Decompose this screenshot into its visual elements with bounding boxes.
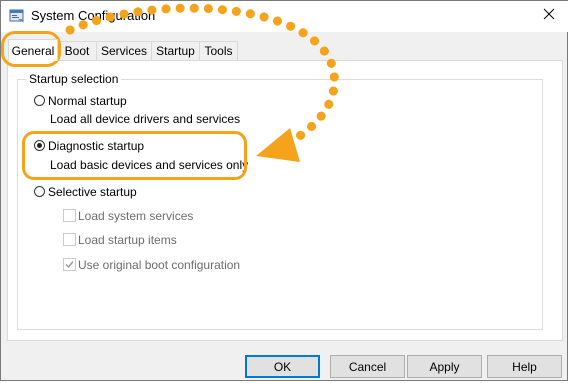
- startup-selection-label: Startup selection: [26, 72, 122, 86]
- tab-strip: General Boot Services Startup Tools: [1, 39, 569, 61]
- close-button[interactable]: [529, 1, 569, 31]
- help-button[interactable]: Help: [487, 355, 562, 378]
- use-original-boot-config-checkbox[interactable]: [63, 258, 76, 271]
- tab-general[interactable]: General: [8, 39, 58, 61]
- cancel-button[interactable]: Cancel: [330, 355, 405, 378]
- load-startup-items-label: Load startup items: [78, 233, 177, 247]
- tab-startup[interactable]: Startup: [151, 41, 200, 60]
- tab-tools[interactable]: Tools: [199, 41, 238, 60]
- load-system-services-checkbox[interactable]: [63, 209, 76, 222]
- diagnostic-startup-highlight: [22, 131, 247, 180]
- use-original-boot-config-label: Use original boot configuration: [78, 258, 241, 272]
- normal-startup-description: Load all device drivers and services: [50, 112, 241, 126]
- load-system-services-label: Load system services: [78, 209, 194, 223]
- selective-startup-label[interactable]: Selective startup: [48, 185, 137, 199]
- close-icon: [543, 7, 555, 25]
- apply-button[interactable]: Apply: [407, 355, 482, 378]
- check-icon: [65, 261, 74, 269]
- msconfig-icon: [9, 8, 25, 24]
- window-title: System Configuration: [31, 8, 156, 23]
- selective-startup-radio[interactable]: [34, 186, 45, 197]
- title-bar[interactable]: System Configuration: [1, 1, 569, 32]
- tab-boot[interactable]: Boot: [57, 41, 97, 60]
- ok-button[interactable]: OK: [245, 355, 320, 378]
- normal-startup-label[interactable]: Normal startup: [48, 94, 127, 108]
- load-startup-items-checkbox[interactable]: [63, 233, 76, 246]
- normal-startup-radio[interactable]: [34, 95, 45, 106]
- tab-services[interactable]: Services: [96, 41, 152, 60]
